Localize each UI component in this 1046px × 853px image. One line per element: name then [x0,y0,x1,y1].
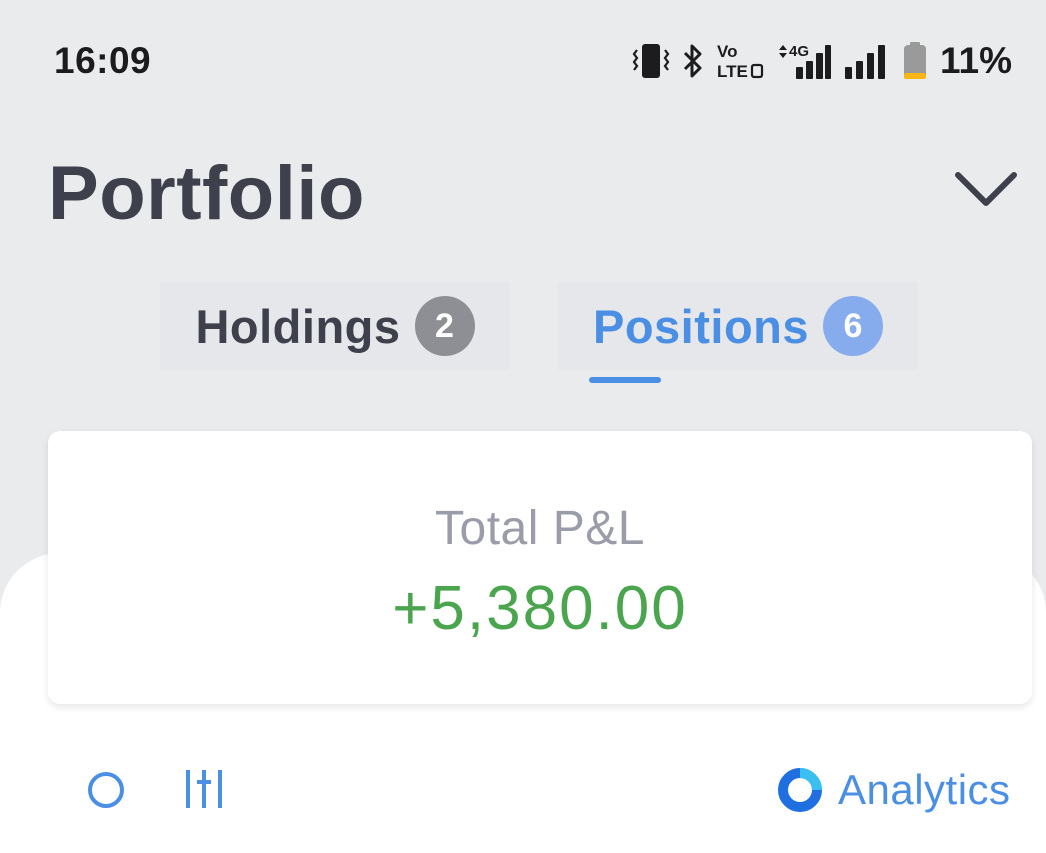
vibrate-icon [632,44,670,78]
tab-positions[interactable]: Positions 6 [558,282,918,370]
total-pnl-card: Total P&L +5,380.00 [48,431,1032,704]
total-pnl-label: Total P&L [435,502,645,555]
network-type-text: 4G [789,43,809,60]
status-bar: 16:09 Vo LTE 4G 11% [0,0,1046,120]
portfolio-dropdown-button[interactable] [948,160,1024,220]
signal-icon [844,45,885,79]
analytics-label: Analytics [838,766,1011,813]
search-icon [88,772,124,808]
chevron-down-icon [955,172,1017,206]
status-icons: Vo LTE 4G 11% [632,40,1012,82]
active-tab-indicator [589,377,661,383]
filter-icon [186,770,222,808]
volte-lte-text: LTE [717,62,748,81]
battery-percent: 11% [939,40,1012,81]
signal-4g-icon: 4G [778,43,831,79]
bluetooth-icon [683,44,702,78]
positions-toolbar: Analytics [0,760,1046,813]
positions-count-badge: 6 [823,296,884,356]
tab-holdings[interactable]: Holdings 2 [160,282,510,370]
analytics-icon [778,768,822,812]
page-title: Portfolio [48,151,365,236]
battery-icon [903,42,926,79]
tab-positions-label: Positions [592,299,810,353]
filter-button[interactable] [184,768,224,813]
analytics-link[interactable]: Analytics [776,766,1011,814]
volte-vo-text: Vo [717,42,737,61]
status-time: 16:09 [54,40,152,81]
total-pnl-value: +5,380.00 [392,574,688,643]
search-button[interactable] [86,770,130,815]
tab-holdings-label: Holdings [195,299,401,353]
volte-icon: Vo LTE [717,42,764,81]
holdings-count-badge: 2 [414,296,475,356]
